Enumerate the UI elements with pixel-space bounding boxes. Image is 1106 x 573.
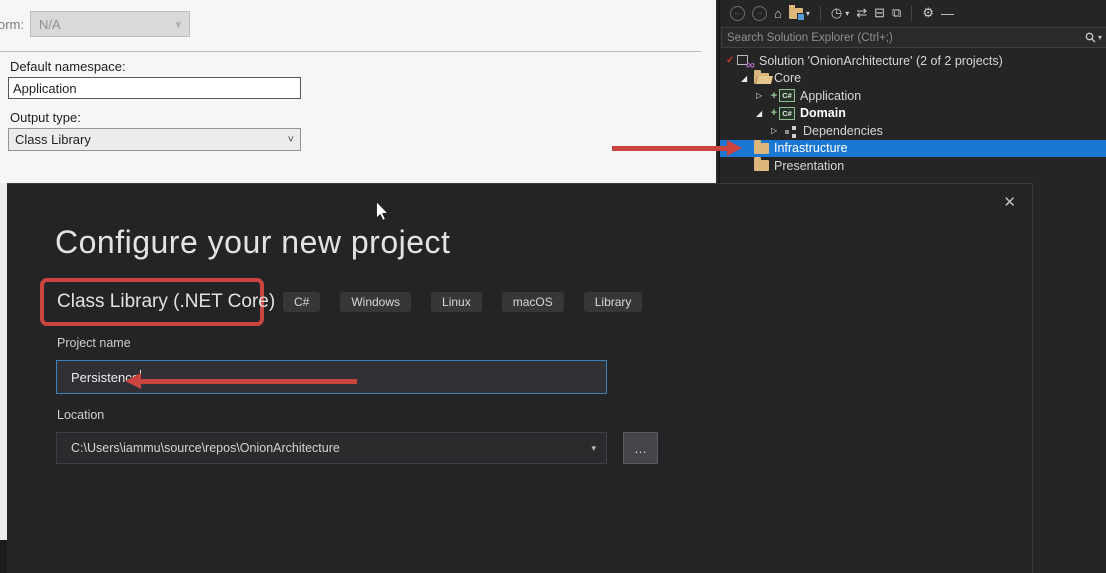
vs-infinity-icon: ∞ xyxy=(745,56,755,72)
source-control-check-icon: ✓ xyxy=(726,55,735,67)
location-value: C:\Users\iammu\source\repos\OnionArchite… xyxy=(71,441,340,455)
output-type-dropdown[interactable]: Class Library ˅ xyxy=(8,128,301,151)
tag-windows: Windows xyxy=(340,292,412,312)
tree-item-label: Infrastructure xyxy=(774,141,848,156)
template-name: Class Library (.NET Core) xyxy=(57,291,276,312)
collapsed-expander-icon[interactable]: ▷ xyxy=(756,91,769,100)
default-namespace-label: Default namespace: xyxy=(10,59,126,74)
sync-with-active-document-icon: ⇄ xyxy=(856,5,868,20)
chevron-down-icon: ˅ xyxy=(287,133,294,146)
preview-selected-items-icon[interactable]: — xyxy=(941,4,954,22)
chevron-down-icon: ▾ xyxy=(845,8,850,18)
arrow-head xyxy=(125,373,141,389)
pending-changes-filter-icon: ◷ xyxy=(830,5,843,20)
folder-open-icon xyxy=(754,69,769,84)
location-dropdown[interactable]: C:\Users\iammu\source\repos\OnionArchite… xyxy=(56,432,607,464)
expanded-expander-icon[interactable]: ◢ xyxy=(741,74,754,83)
tag-linux: Linux xyxy=(431,292,482,312)
search-icon[interactable] xyxy=(1085,32,1096,43)
csharp-project-icon: C# xyxy=(779,106,795,120)
background-dark-strip xyxy=(0,540,7,573)
chevron-down-icon: ▾ xyxy=(591,442,596,453)
arrow-to-project-name xyxy=(125,373,357,389)
csharp-project-icon: C# xyxy=(779,89,795,103)
pending-add-icon: + xyxy=(770,107,778,120)
tree-item-domain[interactable]: ◢ + C# Domain xyxy=(720,105,1106,123)
browse-button[interactable]: … xyxy=(623,432,658,464)
tag-macos: macOS xyxy=(501,292,564,312)
solution-icon: ∞ xyxy=(737,54,755,72)
solution-tree: ✓ ∞ Solution 'OnionArchitecture' (2 of 2 p… xyxy=(720,52,1106,175)
tag-library: Library xyxy=(583,292,643,312)
tree-item-dependencies[interactable]: ▷ Dependencies xyxy=(720,122,1106,140)
tree-item-label: Core xyxy=(774,71,802,86)
folder-icon xyxy=(754,157,769,172)
show-all-files-icon: ⧉ xyxy=(892,5,902,20)
platform-value: N/A xyxy=(39,16,61,32)
default-namespace-input[interactable] xyxy=(8,77,301,99)
output-type-value: Class Library xyxy=(15,132,91,147)
home-icon: ⌂ xyxy=(774,5,782,21)
template-row: Class Library (.NET Core) C# Windows Linux… xyxy=(40,278,643,326)
tree-item-presentation[interactable]: Presentation xyxy=(720,157,1106,175)
back-icon: ← xyxy=(730,5,745,21)
solution-explorer-search: ▾ xyxy=(721,27,1106,48)
toolbar-separator xyxy=(819,5,821,21)
preview-selected-items-icon: — xyxy=(941,5,954,21)
back-icon[interactable]: ← xyxy=(730,4,745,22)
show-all-files-icon[interactable]: ⧉ xyxy=(892,4,901,22)
toolbar-separator xyxy=(911,5,913,21)
tree-item-label: Application xyxy=(800,88,862,103)
properties-wrench-icon: ⚙ xyxy=(922,5,934,20)
pending-changes-filter-icon[interactable]: ◷ ▾ xyxy=(831,4,849,22)
folder-icon xyxy=(788,4,805,21)
tree-item-core[interactable]: ◢ Core xyxy=(720,69,1106,88)
tree-item-application[interactable]: ▷ + C# Application xyxy=(720,87,1106,105)
search-options-caret-icon[interactable]: ▾ xyxy=(1098,33,1102,42)
red-annotation-box: Class Library (.NET Core) xyxy=(40,278,275,326)
collapse-all-icon: ⊟ xyxy=(874,5,886,20)
properties-wrench-icon[interactable]: ⚙ xyxy=(922,4,934,22)
expanded-expander-icon[interactable]: ◢ xyxy=(756,109,769,118)
tree-item-solution-onionarchitecture-2-of-[interactable]: ✓ ∞ Solution 'OnionArchitecture' (2 of 2 p… xyxy=(720,52,1106,72)
sync-with-active-document-icon[interactable]: ⇄ xyxy=(856,4,867,22)
chevron-down-icon: ▾ xyxy=(175,18,181,31)
arrow-line xyxy=(141,378,357,384)
platform-dropdown[interactable]: N/A ▾ xyxy=(30,11,190,37)
arrow-line xyxy=(612,145,727,151)
forward-icon[interactable]: → xyxy=(752,4,767,22)
arrow-to-infrastructure xyxy=(612,140,742,156)
platform-label: orm: xyxy=(0,17,24,32)
search-input[interactable] xyxy=(722,31,1085,44)
tree-item-label: Dependencies xyxy=(803,123,883,138)
collapsed-expander-icon[interactable]: ▷ xyxy=(771,126,784,135)
chevron-down-icon: ▾ xyxy=(805,8,810,18)
background-page-strip xyxy=(0,183,7,540)
dependencies-icon xyxy=(784,125,798,137)
tree-item-label: Solution 'OnionArchitecture' (2 of 2 pro… xyxy=(759,53,1003,68)
output-type-label: Output type: xyxy=(10,110,81,125)
home-icon[interactable]: ⌂ xyxy=(774,4,782,22)
divider xyxy=(0,51,701,52)
arrow-head xyxy=(727,140,742,156)
switch-views-icon[interactable]: ▾ xyxy=(788,4,810,22)
dialog-title: Configure your new project xyxy=(55,224,451,260)
project-name-label: Project name xyxy=(57,336,131,350)
project-properties-pane: orm: N/A ▾ Default namespace: Output typ… xyxy=(0,0,716,183)
solution-explorer-toolbar: ← → ⌂ ▾ ◷ ▾ ⇄ ⊟ ⧉ ⚙ — xyxy=(720,0,1106,26)
tree-item-label: Domain xyxy=(800,106,846,121)
folder-icon xyxy=(754,139,769,154)
tree-item-infrastructure[interactable]: Infrastructure xyxy=(720,139,1106,157)
collapse-all-icon[interactable]: ⊟ xyxy=(874,4,885,22)
forward-icon: → xyxy=(752,5,767,21)
location-label: Location xyxy=(57,408,105,422)
tag-c: C# xyxy=(283,292,321,312)
close-icon[interactable]: ✕ xyxy=(1003,193,1016,211)
pending-add-icon: + xyxy=(770,89,778,102)
template-tags: C# Windows Linux macOS Library xyxy=(283,292,643,312)
tree-item-label: Presentation xyxy=(774,158,845,173)
mouse-cursor xyxy=(375,200,390,226)
